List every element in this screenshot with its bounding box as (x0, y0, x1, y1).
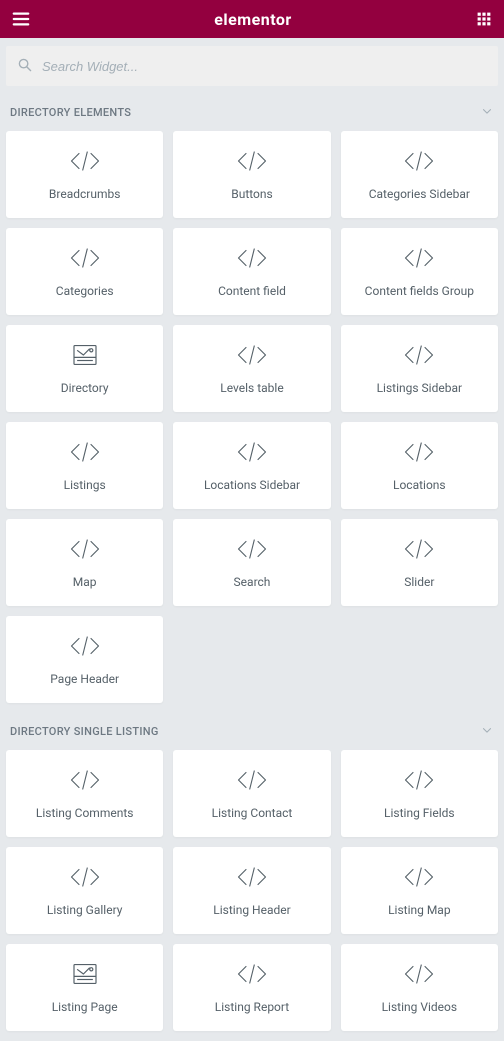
code-icon (237, 147, 267, 175)
code-icon (70, 863, 100, 891)
apps-icon[interactable] (476, 11, 492, 27)
widget-label: Content fields Group (365, 284, 474, 298)
widget-listing-header[interactable]: Listing Header (173, 847, 330, 934)
widget-label: Search (234, 575, 271, 589)
section-header-directory-single-listing[interactable]: DIRECTORY SINGLE LISTING (0, 713, 504, 750)
code-icon (237, 960, 267, 988)
section-title: DIRECTORY SINGLE LISTING (10, 725, 159, 738)
code-icon (70, 244, 100, 272)
panel-title: elementor (214, 10, 292, 29)
code-icon (70, 632, 100, 660)
section-title: DIRECTORY ELEMENTS (10, 106, 131, 119)
widget-label: Categories (56, 284, 114, 298)
widget-content-fields-group[interactable]: Content fields Group (341, 228, 498, 315)
widget-label: Listing Report (215, 1000, 289, 1014)
code-icon (404, 341, 434, 369)
widget-listing-gallery[interactable]: Listing Gallery (6, 847, 163, 934)
widget-label: Breadcrumbs (49, 187, 121, 201)
code-icon (70, 147, 100, 175)
search-wrap (0, 38, 504, 94)
code-icon (70, 766, 100, 794)
widget-content-field[interactable]: Content field (173, 228, 330, 315)
widget-label: Directory (61, 381, 109, 395)
code-icon (404, 766, 434, 794)
widget-listing-map[interactable]: Listing Map (341, 847, 498, 934)
widget-listings-sidebar[interactable]: Listings Sidebar (341, 325, 498, 412)
widget-label: Listing Header (213, 903, 290, 917)
widget-label: Content field (218, 284, 286, 298)
widget-label: Listing Map (388, 903, 451, 917)
code-icon (237, 341, 267, 369)
widget-label: Map (73, 575, 97, 589)
search-input[interactable] (42, 59, 486, 74)
widget-listings[interactable]: Listings (6, 422, 163, 509)
code-icon (70, 535, 100, 563)
widget-label: Listing Gallery (47, 903, 123, 917)
code-icon (237, 863, 267, 891)
code-icon (404, 438, 434, 466)
widget-label: Locations (393, 478, 446, 492)
widget-categories[interactable]: Categories (6, 228, 163, 315)
widget-listing-report[interactable]: Listing Report (173, 944, 330, 1031)
widget-map[interactable]: Map (6, 519, 163, 606)
widget-grid: Listing Comments Listing Contact Listing F… (0, 750, 504, 1041)
code-icon (404, 147, 434, 175)
directory-icon (72, 960, 98, 988)
directory-icon (72, 341, 98, 369)
widget-listing-contact[interactable]: Listing Contact (173, 750, 330, 837)
widget-label: Listing Comments (36, 806, 134, 820)
chevron-down-icon[interactable] (480, 104, 494, 121)
widget-label: Listing Fields (384, 806, 455, 820)
widget-listing-videos[interactable]: Listing Videos (341, 944, 498, 1031)
widget-directory[interactable]: Directory (6, 325, 163, 412)
panel-header: elementor (0, 0, 504, 38)
widget-label: Listing Contact (212, 806, 293, 820)
widget-locations-sidebar[interactable]: Locations Sidebar (173, 422, 330, 509)
widget-label: Buttons (231, 187, 273, 201)
widget-label: Slider (404, 575, 434, 589)
code-icon (404, 535, 434, 563)
widget-label: Listing Videos (382, 1000, 458, 1014)
search-box[interactable] (6, 46, 498, 86)
widget-listing-comments[interactable]: Listing Comments (6, 750, 163, 837)
chevron-down-icon[interactable] (480, 723, 494, 740)
widget-buttons[interactable]: Buttons (173, 131, 330, 218)
widget-listing-fields[interactable]: Listing Fields (341, 750, 498, 837)
widget-label: Listings (64, 478, 106, 492)
widget-label: Categories Sidebar (369, 187, 470, 201)
code-icon (70, 438, 100, 466)
widget-label: Levels table (220, 381, 283, 395)
section-header-directory-elements[interactable]: DIRECTORY ELEMENTS (0, 94, 504, 131)
widget-label: Locations Sidebar (204, 478, 300, 492)
widget-levels-table[interactable]: Levels table (173, 325, 330, 412)
search-icon (18, 57, 32, 76)
widget-label: Page Header (50, 672, 119, 686)
code-icon (237, 244, 267, 272)
widget-search[interactable]: Search (173, 519, 330, 606)
widget-page-header[interactable]: Page Header (6, 616, 163, 703)
code-icon (404, 863, 434, 891)
widget-categories-sidebar[interactable]: Categories Sidebar (341, 131, 498, 218)
widget-label: Listings Sidebar (377, 381, 462, 395)
code-icon (404, 960, 434, 988)
widget-grid: Breadcrumbs Buttons Categories Sidebar Cate… (0, 131, 504, 713)
code-icon (237, 438, 267, 466)
widget-breadcrumbs[interactable]: Breadcrumbs (6, 131, 163, 218)
menu-icon[interactable] (12, 10, 30, 28)
widget-locations[interactable]: Locations (341, 422, 498, 509)
code-icon (404, 244, 434, 272)
widget-listing-page[interactable]: Listing Page (6, 944, 163, 1031)
code-icon (237, 535, 267, 563)
widget-label: Listing Page (52, 1000, 118, 1014)
widget-slider[interactable]: Slider (341, 519, 498, 606)
code-icon (237, 766, 267, 794)
